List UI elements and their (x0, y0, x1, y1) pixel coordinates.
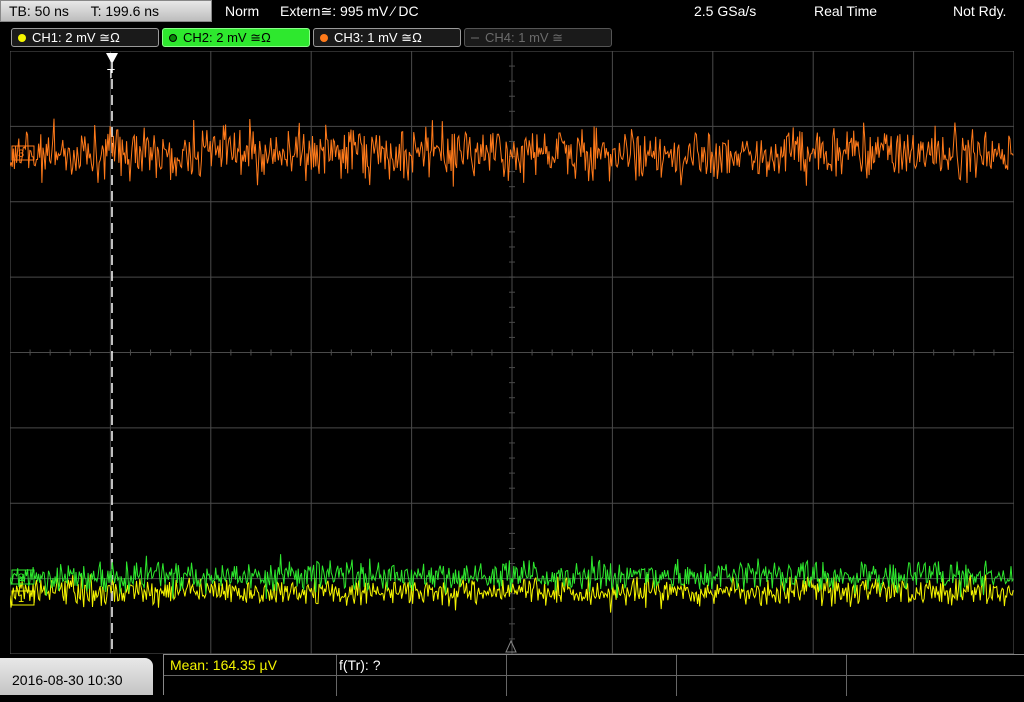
channel-3-button[interactable]: CH3: 1 mV ≅Ω (313, 28, 461, 47)
channel-2-label: CH2: 2 mV ≅Ω (183, 30, 271, 45)
measurement-divider (164, 675, 1024, 676)
datetime-box[interactable]: 2016-08-30 10:30 (0, 658, 153, 695)
mean-measurement: Mean: 164.35 µV (170, 657, 277, 673)
channel-3-indicator-icon (320, 34, 328, 42)
channel-1-button[interactable]: CH1: 2 mV ≅Ω (11, 28, 159, 47)
trigger-mode[interactable]: Norm (225, 0, 259, 24)
channel-bar: CH1: 2 mV ≅Ω CH2: 2 mV ≅Ω CH3: 1 mV ≅Ω C… (0, 25, 1024, 49)
channel-3-ground-label: 3 (18, 148, 24, 160)
channel-1-label: CH1: 2 mV ≅Ω (32, 30, 120, 45)
acquisition-mode: Real Time (814, 3, 878, 19)
measurement-column-divider (506, 655, 507, 696)
channel-2-ground-label: 2 (18, 572, 24, 584)
trigger-time-label: T: 199.6 ns (90, 3, 160, 19)
timebase-box[interactable]: TB: 50 ns T: 199.6 ns (0, 0, 212, 22)
channel-4-label: CH4: 1 mV ≅ (485, 30, 564, 45)
channel-2-indicator-icon (169, 34, 177, 42)
channel-2-button[interactable]: CH2: 2 mV ≅Ω (162, 28, 310, 47)
channel-1-ground-label: 1 (18, 593, 24, 605)
measurement-bar: 2016-08-30 10:30 Mean: 164.35 µV f(Tr): … (0, 654, 1024, 696)
sample-rate: 2.5 GSa/s (694, 3, 757, 19)
frequency-measurement: f(Tr): ? (339, 657, 381, 673)
measurement-column-divider (676, 655, 677, 696)
measurement-column-divider (336, 655, 337, 696)
waveform-svg: T 3 2 1 (10, 51, 1014, 654)
waveform-display[interactable]: T 3 2 1 (10, 51, 1014, 654)
measurement-column-divider (846, 655, 847, 696)
trigger-marker-label: T (107, 66, 115, 81)
trigger-source[interactable]: Extern≅: 995 mV ⁄ DC (280, 0, 419, 24)
channel-3-label: CH3: 1 mV ≅Ω (334, 30, 422, 45)
timebase-label: TB: 50 ns (9, 3, 69, 19)
status-bar: TB: 50 ns T: 199.6 ns Norm Extern≅: 995 … (0, 0, 1024, 24)
channel-4-button[interactable]: CH4: 1 mV ≅ (464, 28, 612, 47)
datetime-label: 2016-08-30 10:30 (12, 672, 123, 688)
channel-4-indicator-icon (471, 37, 479, 39)
run-status: Not Rdy. (953, 3, 1007, 19)
measurement-panel[interactable]: Mean: 164.35 µV f(Tr): ? (163, 654, 1024, 696)
channel-1-indicator-icon (18, 34, 26, 42)
